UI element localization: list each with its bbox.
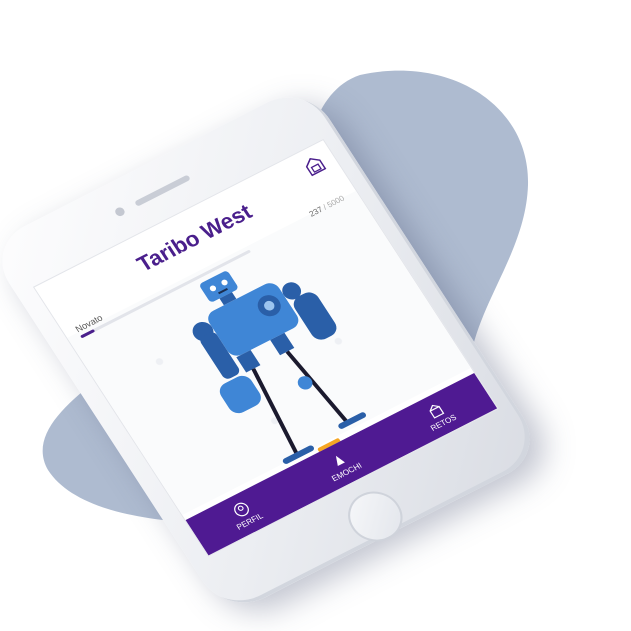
tab-retos[interactable]: RETOS [419, 397, 458, 432]
tab-perfil[interactable]: PERFIL [225, 496, 265, 531]
tab-emochi[interactable]: EMOCHI [320, 445, 363, 483]
